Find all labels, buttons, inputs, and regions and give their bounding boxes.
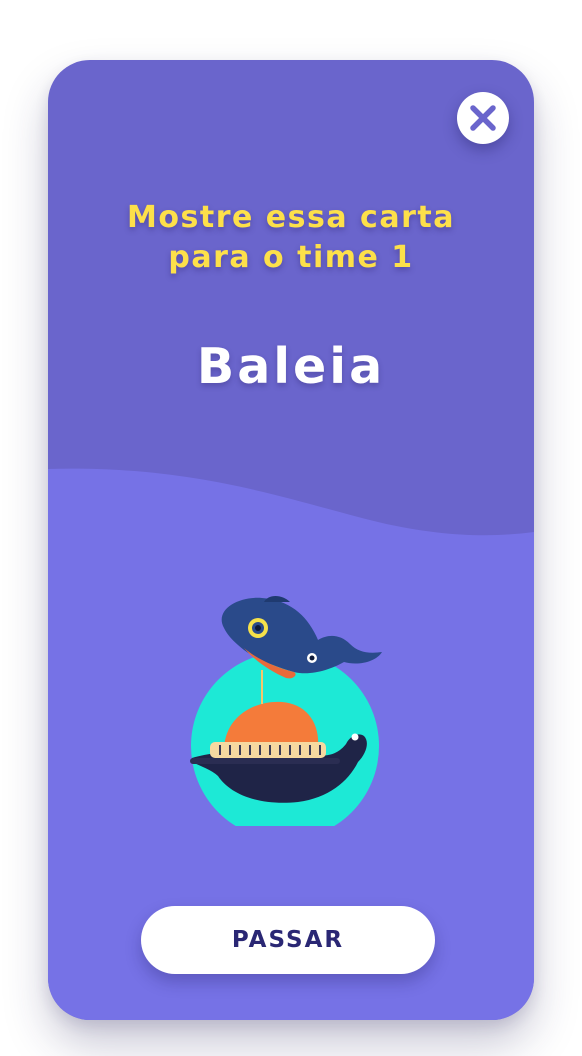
- card-word: Baleia: [196, 338, 386, 395]
- whale-illustration: [190, 596, 382, 826]
- close-x-icon: [470, 105, 496, 131]
- instruction-line-1: Mostre essa carta: [127, 200, 455, 235]
- close-button[interactable]: [457, 92, 509, 144]
- pass-button[interactable]: PASSAR: [141, 906, 435, 974]
- word-card: Mostre essa carta para o time 1 Baleia P…: [48, 60, 534, 1020]
- card-instruction: Mostre essa carta para o time 1: [48, 198, 534, 278]
- instruction-line-2: para o time 1: [168, 240, 414, 275]
